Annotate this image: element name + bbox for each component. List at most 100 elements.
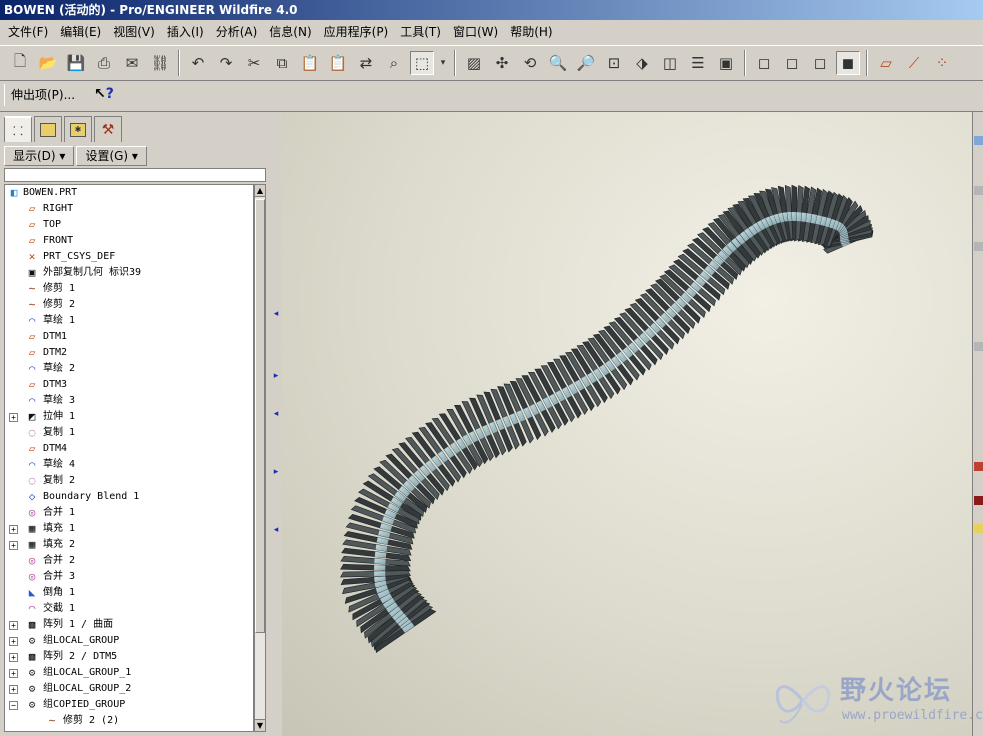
menu-edit[interactable]: 编辑(E) (54, 22, 107, 42)
tab-favorites[interactable]: ✱ (64, 116, 92, 142)
tree-item[interactable]: ▱ DTM3 (5, 377, 253, 393)
expand-node-icon[interactable]: + (9, 621, 18, 630)
shell-tool-icon[interactable] (974, 496, 983, 505)
tree-item[interactable]: ◌ 复制 2 (5, 473, 253, 489)
reorient-icon[interactable]: ⬗ (630, 51, 654, 75)
curve-tool-icon[interactable] (974, 342, 983, 351)
save-icon[interactable]: 💾 (64, 51, 88, 75)
tab-folder-browser[interactable] (34, 116, 62, 142)
round-tool-icon[interactable] (974, 462, 983, 471)
datum-point-display-icon[interactable]: ⁘ (930, 51, 954, 75)
datum-axis-tool-icon[interactable] (974, 186, 983, 195)
expand-node-icon[interactable]: + (9, 525, 18, 534)
redo-icon[interactable]: ↷ (214, 51, 238, 75)
tree-item[interactable]: ⌒ 草绘 4 (5, 457, 253, 473)
tree-settings-menu[interactable]: 设置(G) ▾ (76, 146, 147, 166)
send-mail-icon[interactable]: ✉ (120, 51, 144, 75)
cut-icon[interactable]: ✂ (242, 51, 266, 75)
copy-icon[interactable]: ⧉ (270, 51, 294, 75)
collapse-node-icon[interactable]: − (9, 701, 18, 710)
datum-axis-display-icon[interactable]: ⟋ (902, 51, 926, 75)
find-icon[interactable]: ⌕ (382, 51, 406, 75)
datum-plane-tool-icon[interactable] (974, 136, 983, 145)
protrusion-menu[interactable]: 伸出项(P)... (4, 84, 81, 106)
wireframe-icon[interactable]: ◻ (752, 51, 776, 75)
new-file-icon[interactable]: 🗋 (8, 51, 32, 75)
select-dropdown-icon[interactable]: ▾ (438, 51, 448, 75)
menu-analysis[interactable]: 分析(A) (210, 22, 264, 42)
tree-scrollbar[interactable]: ▲ ▼ (254, 184, 266, 732)
zoom-in-icon[interactable]: 🔍 (546, 51, 570, 75)
tree-item[interactable]: ▱ DTM1 (5, 329, 253, 345)
tree-item[interactable]: ◎ 合并 1 (5, 505, 253, 521)
no-hidden-icon[interactable]: ◻ (808, 51, 832, 75)
print-icon[interactable]: ⎙ (92, 51, 116, 75)
tab-model-tree[interactable]: ⸬ (4, 116, 32, 142)
shading-icon[interactable]: ◼ (836, 51, 860, 75)
navigator-sash[interactable]: ◂ ▸ ◂ ▸ ◂ (270, 112, 282, 736)
repaint-icon[interactable]: ▨ (462, 51, 486, 75)
tree-item[interactable]: ∼ 修剪 1 (5, 281, 253, 297)
tree-item[interactable]: ◣ 倒角 1 (5, 585, 253, 601)
menu-view[interactable]: 视图(V) (107, 22, 161, 42)
tree-item[interactable]: + ▦ 填充 1 (5, 521, 253, 537)
tree-item[interactable]: ⌒ 草绘 3 (5, 393, 253, 409)
tree-item[interactable]: + ▩ 阵列 1 / 曲面 (5, 617, 253, 633)
menu-tools[interactable]: 工具(T) (394, 22, 447, 42)
view-manager-icon[interactable]: ▣ (714, 51, 738, 75)
tab-connections[interactable]: ⚒ (94, 116, 122, 142)
expand-node-icon[interactable]: + (9, 653, 18, 662)
saved-views-icon[interactable]: ◫ (658, 51, 682, 75)
tree-item[interactable]: ◎ 合并 3 (5, 569, 253, 585)
refit-icon[interactable]: ⊡ (602, 51, 626, 75)
expand-node-icon[interactable]: + (9, 669, 18, 678)
tree-item[interactable]: ◎ 合并 2 (5, 553, 253, 569)
tree-root[interactable]: ◧ BOWEN.PRT (5, 185, 253, 201)
paste-special-icon[interactable]: 📋 (326, 51, 350, 75)
tree-item[interactable]: + ⚙ 组LOCAL_GROUP_1 (5, 665, 253, 681)
tree-item[interactable]: ∼ 修剪 2 (2) (5, 713, 253, 729)
tree-item[interactable]: + ▦ 填充 2 (5, 537, 253, 553)
tree-item[interactable]: ✕ PRT_CSYS_DEF (5, 249, 253, 265)
send-link-icon[interactable]: ⛓ (148, 51, 172, 75)
tree-item[interactable]: ◇ Boundary Blend 1 (5, 489, 253, 505)
scroll-up-arrow-icon[interactable]: ▲ (255, 185, 265, 197)
menu-file[interactable]: 文件(F) (2, 22, 54, 42)
expand-node-icon[interactable]: + (9, 685, 18, 694)
tree-item[interactable]: − ⚙ 组COPIED_GROUP (5, 697, 253, 713)
tree-item[interactable]: ◠ 交截 1 (5, 601, 253, 617)
expand-node-icon[interactable]: + (9, 413, 18, 422)
tree-item[interactable]: ▱ DTM4 (5, 441, 253, 457)
menu-info[interactable]: 信息(N) (263, 22, 317, 42)
tree-item[interactable]: ⌒ 草绘 1 (5, 313, 253, 329)
tree-item[interactable]: ▣ 外部复制几何 标识39 (5, 265, 253, 281)
tree-item[interactable]: ▱ DTM2 (5, 345, 253, 361)
tree-show-menu[interactable]: 显示(D) ▾ (4, 146, 75, 166)
sketch-tool-icon[interactable] (974, 242, 983, 251)
datum-plane-display-icon[interactable]: ▱ (874, 51, 898, 75)
tree-item[interactable]: ◌ 复制 1 (5, 425, 253, 441)
expand-arrow-icon[interactable]: ▸ (272, 370, 280, 382)
zoom-out-icon[interactable]: 🔎 (574, 51, 598, 75)
pattern-tool-icon[interactable] (974, 524, 983, 533)
tree-item[interactable]: ▱ TOP (5, 217, 253, 233)
menu-insert[interactable]: 插入(I) (161, 22, 210, 42)
orient-mode-icon[interactable]: ⟲ (518, 51, 542, 75)
menu-help[interactable]: 帮助(H) (504, 22, 558, 42)
scroll-thumb[interactable] (255, 199, 265, 633)
regenerate-icon[interactable]: ⇄ (354, 51, 378, 75)
scroll-down-arrow-icon[interactable]: ▼ (255, 719, 265, 731)
collapse-arrow-icon[interactable]: ◂ (272, 524, 280, 536)
graphics-viewport[interactable] (282, 112, 972, 736)
collapse-arrow-icon[interactable]: ◂ (272, 408, 280, 420)
tree-item[interactable]: ▱ FRONT (5, 233, 253, 249)
collapse-arrow-icon[interactable]: ◂ (272, 308, 280, 320)
tree-item[interactable]: ⌒ 草绘 2 (5, 361, 253, 377)
hidden-line-icon[interactable]: ◻ (780, 51, 804, 75)
tree-item[interactable]: + ▩ 阵列 2 / DTM5 (5, 649, 253, 665)
tree-item[interactable]: + ◩ 拉伸 1 (5, 409, 253, 425)
tree-item[interactable]: + ⚙ 组LOCAL_GROUP (5, 633, 253, 649)
undo-icon[interactable]: ↶ (186, 51, 210, 75)
layers-icon[interactable]: ☰ (686, 51, 710, 75)
expand-node-icon[interactable]: + (9, 637, 18, 646)
